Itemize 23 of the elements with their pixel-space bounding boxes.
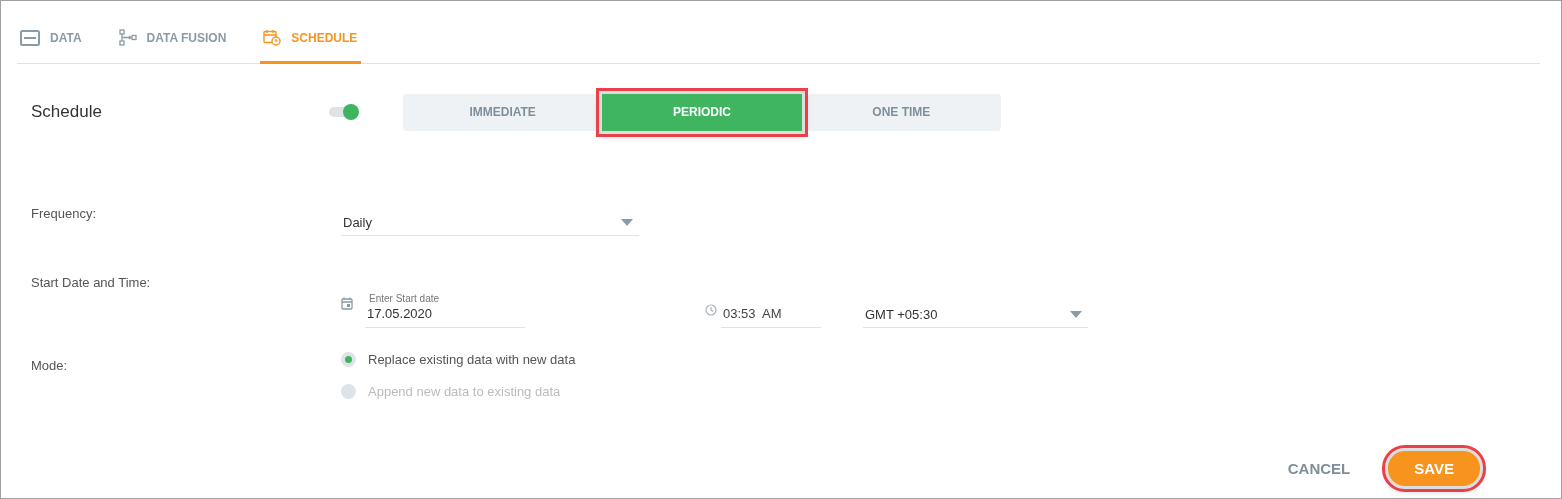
field-label: Start Date and Time: xyxy=(31,274,152,290)
segment-button[interactable]: ONE TIME xyxy=(801,93,1001,131)
caret-icon xyxy=(1070,310,1082,319)
clock-icon xyxy=(705,304,717,316)
tab[interactable]: DATA FUSION xyxy=(115,29,231,64)
date-field[interactable]: Enter Start date 17.05.2020 xyxy=(365,293,525,328)
card-icon xyxy=(20,29,40,46)
segment-button[interactable]: IMMEDIATE xyxy=(403,93,603,131)
cancel-button[interactable]: CANCEL xyxy=(1287,460,1351,477)
toggle-switch[interactable] xyxy=(329,107,357,117)
tab[interactable]: SCHEDULE xyxy=(260,29,362,64)
frequency-select[interactable]: Daily xyxy=(341,210,639,236)
flow-icon xyxy=(118,29,137,46)
tab[interactable]: DATA xyxy=(17,29,86,64)
calendar-icon xyxy=(341,297,353,310)
field-label: Mode: xyxy=(31,357,69,373)
field-label: Frequency: xyxy=(31,205,98,221)
calendar-clock-icon xyxy=(263,29,282,46)
timezone-select[interactable]: GMT +05:30 xyxy=(863,302,1088,328)
radio-option[interactable]: Replace existing data with new data xyxy=(341,352,1540,367)
section-title: Schedule xyxy=(31,102,103,122)
caret-icon xyxy=(621,218,633,227)
time-field[interactable]: 03:53 AM xyxy=(721,306,821,328)
